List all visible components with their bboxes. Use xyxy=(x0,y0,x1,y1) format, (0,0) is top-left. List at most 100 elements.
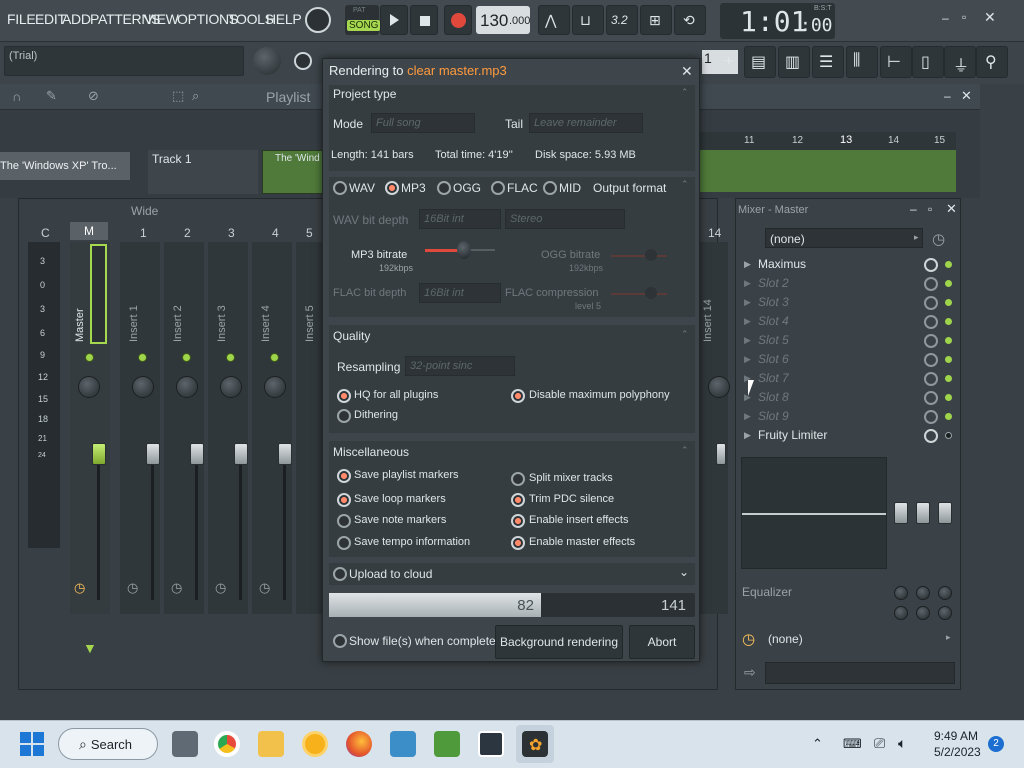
channel-button[interactable]: The 'Windows XP' Tro... xyxy=(0,152,130,180)
keyboard-icon[interactable]: ⌨ xyxy=(843,736,862,752)
slot-mix-knob[interactable] xyxy=(924,429,938,443)
hq-plugins-toggle[interactable] xyxy=(337,389,351,403)
collapse-icon[interactable]: ⌃ xyxy=(681,329,689,340)
taskbar-date[interactable]: 5/2/2023 xyxy=(934,745,981,759)
clock-icon[interactable]: ◷ xyxy=(171,580,182,596)
piano-roll-button[interactable]: ▥ xyxy=(778,46,810,78)
eq-freq-knob[interactable] xyxy=(894,586,908,600)
countdown-button[interactable]: 3.2 xyxy=(606,5,638,35)
eq-freq-knob[interactable] xyxy=(938,586,952,600)
effect-slot[interactable]: ▶ Slot 4 xyxy=(740,313,956,331)
slot-enable-led[interactable] xyxy=(945,337,952,344)
audio-output-select[interactable]: ◷ (none) ▸ xyxy=(740,628,956,650)
save-playlist-markers-toggle[interactable] xyxy=(337,469,351,483)
route-arrow-icon[interactable]: ▼ xyxy=(83,640,97,656)
app-minimize-icon[interactable]: – xyxy=(942,11,956,25)
tempo-display[interactable]: 130 .000 xyxy=(476,6,530,34)
master-header[interactable]: M xyxy=(70,222,108,240)
delete-tool-icon[interactable]: ⊘ xyxy=(88,88,99,104)
upload-row[interactable]: Upload to cloud ⌄ xyxy=(329,563,695,585)
clock-icon[interactable]: ◷ xyxy=(932,230,945,248)
effect-slot[interactable]: ▶ Slot 3 xyxy=(740,294,956,312)
clock-icon[interactable]: ◷ xyxy=(215,580,226,596)
strip-enable-led[interactable] xyxy=(270,353,279,362)
mixer-strip-5[interactable] xyxy=(296,242,322,614)
slot-enable-led[interactable] xyxy=(945,394,952,401)
network-icon[interactable]: ⎚ xyxy=(874,735,885,752)
save-note-markers-toggle[interactable] xyxy=(337,514,351,528)
record-button[interactable] xyxy=(444,5,472,35)
dialog-close-icon[interactable]: ✕ xyxy=(681,63,693,80)
app-icon[interactable] xyxy=(390,731,416,757)
menu-file[interactable]: FILE xyxy=(7,11,36,27)
pan-knob[interactable] xyxy=(132,376,154,398)
effect-slot[interactable]: ▶ Slot 7 xyxy=(740,370,956,388)
taskbar-time[interactable]: 9:49 AM xyxy=(934,729,978,743)
volume-fader[interactable] xyxy=(716,443,726,465)
strip-enable-led[interactable] xyxy=(226,353,235,362)
effect-slot[interactable]: ▶ Slot 8 xyxy=(740,389,956,407)
chevron-up-icon[interactable]: ⌃ xyxy=(812,736,823,752)
strip-enable-led[interactable] xyxy=(182,353,191,362)
audio-clip[interactable] xyxy=(700,150,956,192)
timeline-ruler[interactable]: 11 12 13 14 15 xyxy=(700,132,956,150)
upload-toggle[interactable] xyxy=(333,567,347,581)
collapse-icon[interactable]: ⌃ xyxy=(681,445,689,456)
tail-select[interactable]: Leave remainder xyxy=(529,113,643,133)
slot-enable-led[interactable] xyxy=(945,318,952,325)
eq-graph[interactable] xyxy=(741,457,887,569)
mixer-close-icon[interactable]: ✕ xyxy=(946,201,957,217)
slot-mix-knob[interactable] xyxy=(924,258,938,272)
clock-icon[interactable]: ◷ xyxy=(74,580,85,596)
pan-knob[interactable] xyxy=(176,376,198,398)
mixer-strip-1[interactable] xyxy=(120,242,160,614)
track-header[interactable]: Track 1 xyxy=(148,150,258,194)
slot-mix-knob[interactable] xyxy=(924,296,938,310)
effect-slot[interactable]: ▶ Maximus xyxy=(740,256,956,274)
menu-help[interactable]: HELP xyxy=(266,11,302,27)
channel-rack-button[interactable]: ☰ xyxy=(812,46,844,78)
mixer-strip-3[interactable] xyxy=(208,242,248,614)
master-volume-knob[interactable] xyxy=(305,7,331,33)
slot-enable-led[interactable] xyxy=(945,356,952,363)
mixer-view-mode[interactable]: Wide xyxy=(131,204,158,218)
plugin-button[interactable]: ⏚ xyxy=(944,46,976,78)
volume-fader[interactable] xyxy=(234,443,248,465)
slot-mix-knob[interactable] xyxy=(924,277,938,291)
pan-knob[interactable] xyxy=(708,376,730,398)
menu-add[interactable]: ADD xyxy=(62,11,91,27)
effect-slot[interactable]: ▶ Slot 9 xyxy=(740,408,956,426)
split-mixer-tracks-toggle[interactable] xyxy=(511,472,525,486)
metronome-button[interactable]: ⋀ xyxy=(538,5,570,35)
audio-input-select[interactable]: (none) ▸ xyxy=(765,228,923,248)
save-tempo-info-toggle[interactable] xyxy=(337,536,351,550)
mixer-strip-4[interactable] xyxy=(252,242,292,614)
slot-mix-knob[interactable] xyxy=(924,353,938,367)
tuner-button[interactable]: ⚲ xyxy=(976,46,1008,78)
strip-enable-led[interactable] xyxy=(85,353,94,362)
slot-enable-led[interactable] xyxy=(945,280,952,287)
volume-fader[interactable] xyxy=(146,443,160,465)
playlist-close-icon[interactable]: ✕ xyxy=(961,88,972,104)
effect-slot[interactable]: ▶ Fruity Limiter xyxy=(740,427,956,445)
pencil-icon[interactable]: ✎ xyxy=(46,88,57,104)
slot-mix-knob[interactable] xyxy=(924,315,938,329)
file-explorer-icon[interactable] xyxy=(258,731,284,757)
collapse-icon[interactable]: ⌃ xyxy=(681,179,689,190)
format-radio-flac[interactable] xyxy=(491,181,505,195)
save-loop-markers-toggle[interactable] xyxy=(337,493,351,507)
mixer-maximize-icon[interactable]: ▫ xyxy=(928,202,932,216)
enable-insert-effects-toggle[interactable] xyxy=(511,514,525,528)
master-fader[interactable] xyxy=(92,443,106,465)
slot-enable-led[interactable] xyxy=(945,413,952,420)
channels-select[interactable]: Stereo xyxy=(505,209,625,229)
volume-fader[interactable] xyxy=(190,443,204,465)
playlist-clip[interactable]: The 'Wind xyxy=(262,150,324,194)
dithering-toggle[interactable] xyxy=(337,409,351,423)
format-radio-mp3[interactable] xyxy=(385,181,399,195)
pitch-knob[interactable] xyxy=(253,47,281,75)
eq-bw-knob[interactable] xyxy=(894,606,908,620)
background-rendering-button[interactable]: Background rendering xyxy=(495,625,623,659)
firefox-icon[interactable] xyxy=(346,731,372,757)
notification-badge[interactable]: 2 xyxy=(988,736,1004,752)
